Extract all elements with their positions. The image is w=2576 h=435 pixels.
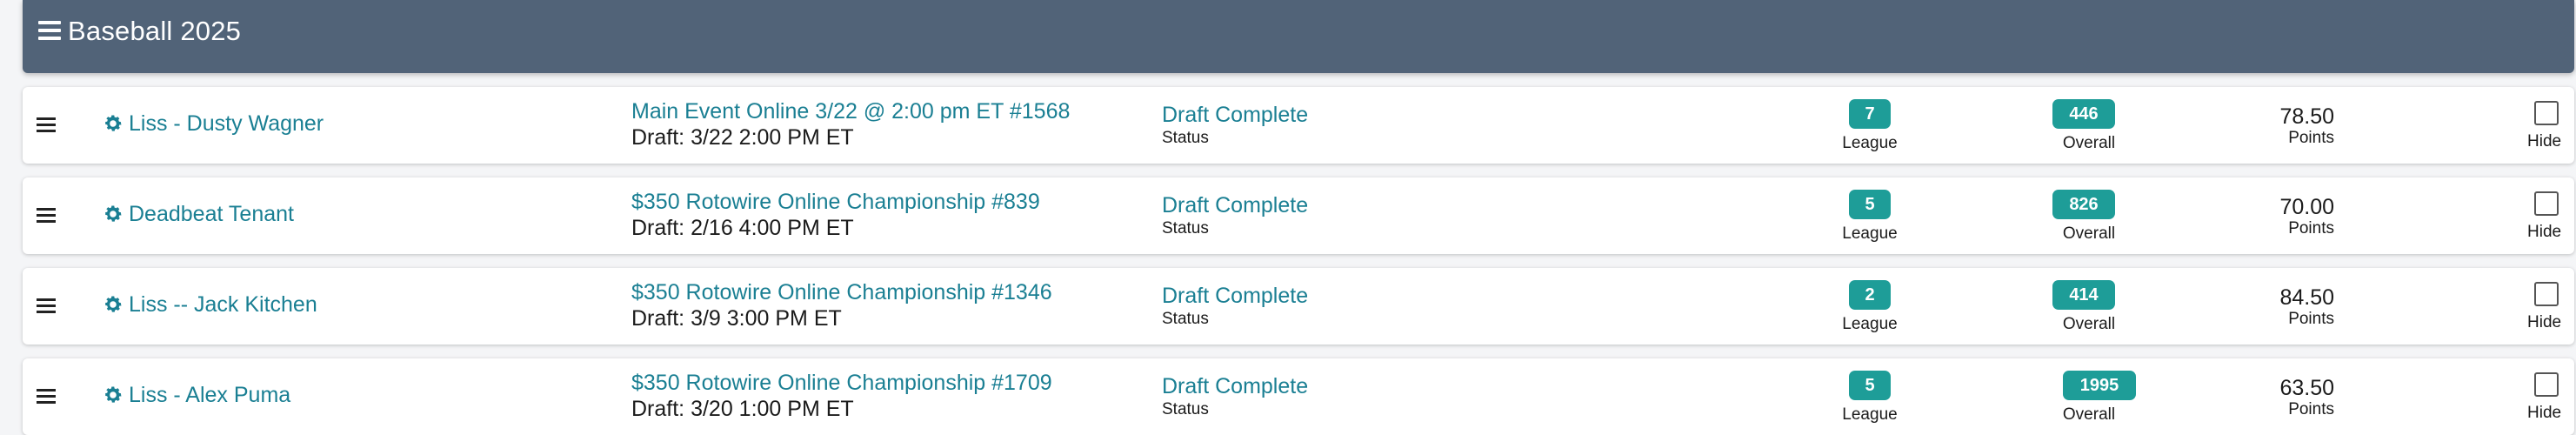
- league-label: League: [1842, 405, 1898, 424]
- status-link[interactable]: Draft Complete: [1162, 374, 1308, 399]
- draft-time: Draft: 2/16 4:00 PM ET: [631, 216, 854, 240]
- event-name-link[interactable]: $350 Rotowire Online Championship #1709: [631, 371, 1052, 396]
- draft-time: Draft: 3/20 1:00 PM ET: [631, 397, 854, 421]
- overall-rank-badge: 414: [2052, 280, 2115, 310]
- status-label: Status: [1162, 219, 1209, 238]
- team-row: Liss - Dusty Wagner Main Event Online 3/…: [23, 87, 2574, 164]
- points-value: 63.50: [2279, 376, 2334, 400]
- team-name-link[interactable]: Liss -- Jack Kitchen: [129, 292, 317, 318]
- event-name-link[interactable]: $350 Rotowire Online Championship #839: [631, 190, 1040, 215]
- points-value: 84.50: [2279, 285, 2334, 310]
- hide-checkbox[interactable]: [2534, 282, 2559, 306]
- league-label: League: [1842, 315, 1898, 333]
- status-link[interactable]: Draft Complete: [1162, 284, 1308, 309]
- hide-label: Hide: [2527, 132, 2562, 151]
- page-header: Baseball 2025: [23, 0, 2574, 73]
- overall-rank-badge: 1995: [2063, 371, 2136, 400]
- overall-rank-badge: 826: [2052, 190, 2115, 219]
- draft-time: Draft: 3/22 2:00 PM ET: [631, 125, 854, 150]
- overall-label: Overall: [2062, 315, 2116, 333]
- drag-handle-icon[interactable]: [37, 117, 56, 133]
- event-name-link[interactable]: Main Event Online 3/22 @ 2:00 pm ET #156…: [631, 99, 1070, 124]
- overall-label: Overall: [2062, 224, 2116, 243]
- draft-time: Draft: 3/9 3:00 PM ET: [631, 306, 842, 331]
- team-row: Liss -- Jack Kitchen $350 Rotowire Onlin…: [23, 268, 2574, 345]
- team-row: Liss - Alex Puma $350 Rotowire Online Ch…: [23, 358, 2574, 435]
- overall-label: Overall: [2062, 134, 2116, 152]
- drag-handle-icon[interactable]: [37, 298, 56, 314]
- hide-checkbox[interactable]: [2534, 191, 2559, 216]
- team-row: Deadbeat Tenant $350 Rotowire Online Cha…: [23, 177, 2574, 254]
- team-name-link[interactable]: Deadbeat Tenant: [129, 202, 294, 227]
- gear-icon[interactable]: [103, 294, 123, 315]
- drag-handle-icon[interactable]: [37, 208, 56, 224]
- league-label: League: [1842, 224, 1898, 243]
- team-name-link[interactable]: Liss - Dusty Wagner: [129, 111, 324, 137]
- page-title: Baseball 2025: [68, 16, 242, 46]
- points-label: Points: [2288, 310, 2334, 328]
- status-label: Status: [1162, 400, 1209, 418]
- overall-label: Overall: [2062, 405, 2116, 424]
- team-name-link[interactable]: Liss - Alex Puma: [129, 383, 290, 408]
- league-rank-badge: 5: [1849, 371, 1891, 400]
- hide-checkbox[interactable]: [2534, 101, 2559, 125]
- status-label: Status: [1162, 129, 1209, 147]
- league-rank-badge: 7: [1849, 99, 1891, 129]
- hide-label: Hide: [2527, 404, 2562, 422]
- status-label: Status: [1162, 310, 1209, 328]
- event-name-link[interactable]: $350 Rotowire Online Championship #1346: [631, 280, 1052, 305]
- points-label: Points: [2288, 400, 2334, 418]
- status-link[interactable]: Draft Complete: [1162, 193, 1308, 218]
- league-label: League: [1842, 134, 1898, 152]
- gear-icon[interactable]: [103, 113, 123, 134]
- points-value: 78.50: [2279, 104, 2334, 129]
- status-link[interactable]: Draft Complete: [1162, 103, 1308, 128]
- points-label: Points: [2288, 129, 2334, 147]
- drag-handle-icon[interactable]: [37, 389, 56, 405]
- points-label: Points: [2288, 219, 2334, 238]
- gear-icon[interactable]: [103, 204, 123, 224]
- hide-label: Hide: [2527, 313, 2562, 331]
- points-value: 70.00: [2279, 195, 2334, 219]
- hide-label: Hide: [2527, 223, 2562, 241]
- overall-rank-badge: 446: [2052, 99, 2115, 129]
- gear-icon[interactable]: [103, 385, 123, 405]
- league-rank-badge: 2: [1849, 280, 1891, 310]
- menu-icon[interactable]: [38, 21, 61, 40]
- hide-checkbox[interactable]: [2534, 372, 2559, 397]
- league-rank-badge: 5: [1849, 190, 1891, 219]
